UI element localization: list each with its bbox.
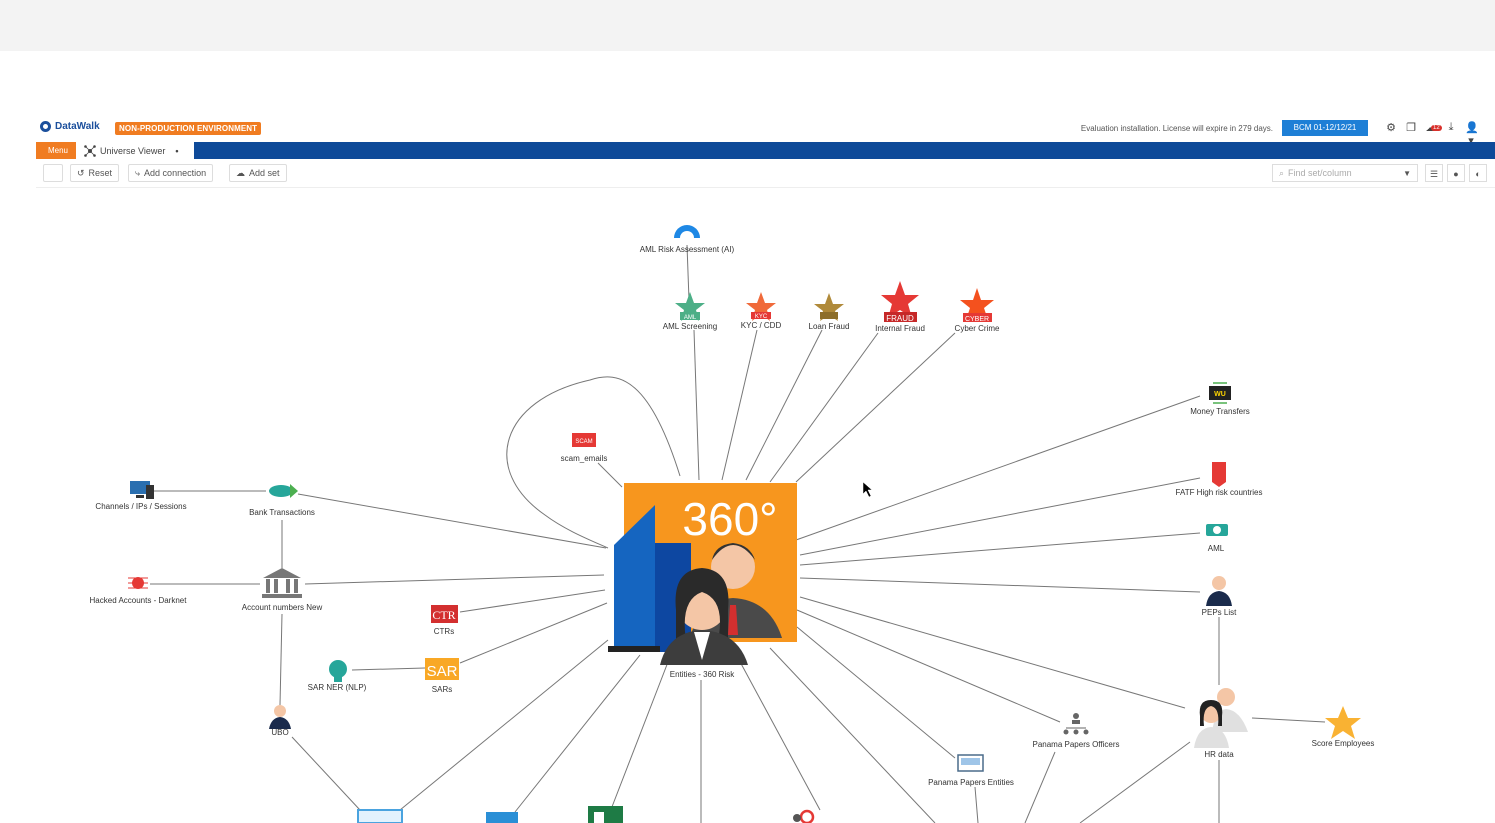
cyber-crime-label: Cyber Crime [955, 324, 1000, 333]
loan-fraud-node[interactable]: Loan Fraud [809, 293, 850, 331]
internal-fraud-badge: FRAUD [886, 314, 914, 323]
org-chart-member-right [1083, 729, 1089, 735]
internal-fraud-node[interactable]: FRAUD Internal Fraud [875, 281, 925, 333]
score-employees-label: Score Employees [1312, 739, 1375, 748]
panama-entities-label: Panama Papers Entities [928, 778, 1014, 787]
fatf-label: FATF High risk countries [1176, 488, 1263, 497]
bank-column-2 [274, 579, 278, 593]
bottom-node-3[interactable] [588, 806, 623, 823]
money-transfers-badge: WU [1214, 391, 1226, 398]
bank-transactions-node[interactable]: Bank Transactions [249, 484, 315, 517]
brain-icon [329, 660, 347, 678]
org-chart-member-left [1063, 729, 1069, 735]
hacked-accounts-node[interactable]: Hacked Accounts - Darknet [90, 577, 188, 605]
org-chart-icon [1073, 713, 1079, 719]
aml-screening-node[interactable]: AML AML Screening [663, 292, 717, 331]
id-card-icon [357, 809, 403, 823]
fatf-node[interactable]: FATF High risk countries [1176, 462, 1263, 497]
bank-base [262, 594, 302, 598]
money-transfers-label: Money Transfers [1190, 407, 1250, 416]
document-icon-header [961, 758, 980, 765]
brain-icon-neck [334, 676, 342, 682]
bottom-node-1[interactable] [357, 809, 403, 823]
target-icon [799, 809, 815, 823]
panama-officers-label: Panama Papers Officers [1032, 740, 1119, 749]
org-chart-member-center [1073, 729, 1079, 735]
document-icon [486, 812, 518, 823]
scam-emails-node[interactable]: SCAM scam_emails [561, 433, 608, 463]
bank-transactions-label: Bank Transactions [249, 508, 315, 517]
sars-label: SARs [432, 685, 452, 694]
hr-data-label: HR data [1204, 750, 1234, 759]
monitor-stand [136, 495, 144, 498]
channels-node[interactable]: Channels / IPs / Sessions [95, 481, 187, 511]
monitor-tower [146, 485, 154, 499]
peps-person-suit [1206, 591, 1232, 606]
aml-node[interactable]: AML [1206, 524, 1228, 553]
aml-risk-node[interactable]: AML Risk Assessment (AI) [640, 225, 735, 254]
account-numbers-label: Account numbers New [242, 603, 323, 612]
ctrs-node[interactable]: CTR CTRs [431, 605, 458, 636]
kyc-node[interactable]: KYC KYC / CDD [741, 292, 782, 330]
org-chart-head-body [1072, 720, 1080, 724]
aml-screening-label: AML Screening [663, 322, 717, 331]
ctrs-label: CTRs [434, 627, 454, 636]
scam-emails-label: scam_emails [561, 454, 608, 463]
entities-360-node[interactable]: 360° Entities - 360 Risk [608, 483, 797, 679]
building-base [608, 646, 660, 652]
spreadsheet-icon [588, 806, 623, 823]
hacked-accounts-label: Hacked Accounts - Darknet [90, 596, 188, 605]
sar-ner-label: SAR NER (NLP) [308, 683, 367, 692]
universe-graph[interactable]: 360° Entities - 360 Risk AML Risk Assess… [0, 0, 1495, 823]
loan-fraud-label: Loan Fraud [809, 322, 850, 331]
star-icon [1325, 706, 1361, 739]
money-transfer-icon [269, 485, 293, 497]
panama-entities-node[interactable]: Panama Papers Entities [928, 754, 1014, 787]
bottom-node-4[interactable] [793, 809, 815, 823]
sars-node[interactable]: SAR SARs [425, 658, 459, 694]
money-transfers-node[interactable]: WU Money Transfers [1190, 382, 1250, 416]
ubo-label: UBO [271, 728, 288, 737]
center-360-badge: 360° [682, 493, 777, 545]
channels-label: Channels / IPs / Sessions [95, 502, 186, 511]
bank-column-3 [286, 579, 290, 593]
hr-data-node[interactable]: HR data [1194, 688, 1248, 759]
account-numbers-node[interactable]: Account numbers New [242, 568, 323, 612]
scam-badge: SCAM [575, 439, 592, 445]
bank-transactions-arrow [290, 484, 298, 498]
sar-ner-node[interactable]: SAR NER (NLP) [308, 660, 367, 692]
ctr-badge: CTR [432, 608, 455, 622]
shield-icon [1212, 462, 1226, 487]
peps-label: PEPs List [1202, 608, 1237, 617]
panama-officers-node[interactable]: Panama Papers Officers [1032, 713, 1120, 749]
bank-column-1 [266, 579, 270, 593]
spreadsheet-icon-page [594, 812, 604, 823]
aml-label: AML [1208, 544, 1225, 553]
kyc-badge: KYC [755, 314, 768, 320]
ubo-node[interactable]: UBO [269, 705, 291, 737]
kyc-label: KYC / CDD [741, 321, 782, 330]
cyber-badge: CYBER [965, 316, 989, 323]
aml-screening-badge: AML [684, 315, 697, 321]
building-icon [614, 505, 655, 652]
loan-fraud-banner [820, 312, 838, 319]
peps-node[interactable]: PEPs List [1202, 576, 1237, 617]
cyber-crime-node[interactable]: CYBER Cyber Crime [955, 288, 1000, 333]
bank-icon [263, 568, 301, 578]
score-employees-node[interactable]: Score Employees [1312, 706, 1375, 748]
money-icon-coin [1213, 526, 1221, 534]
sar-badge: SAR [427, 663, 458, 680]
aml-risk-label: AML Risk Assessment (AI) [640, 245, 735, 254]
center-node-label: Entities - 360 Risk [670, 670, 735, 679]
person-icon [274, 705, 286, 717]
person-icon [1212, 576, 1226, 590]
internal-fraud-label: Internal Fraud [875, 324, 925, 333]
target-icon-person [793, 814, 801, 822]
bottom-node-2[interactable] [486, 812, 518, 823]
mouse-cursor-icon [862, 481, 873, 498]
bank-column-4 [294, 579, 298, 593]
